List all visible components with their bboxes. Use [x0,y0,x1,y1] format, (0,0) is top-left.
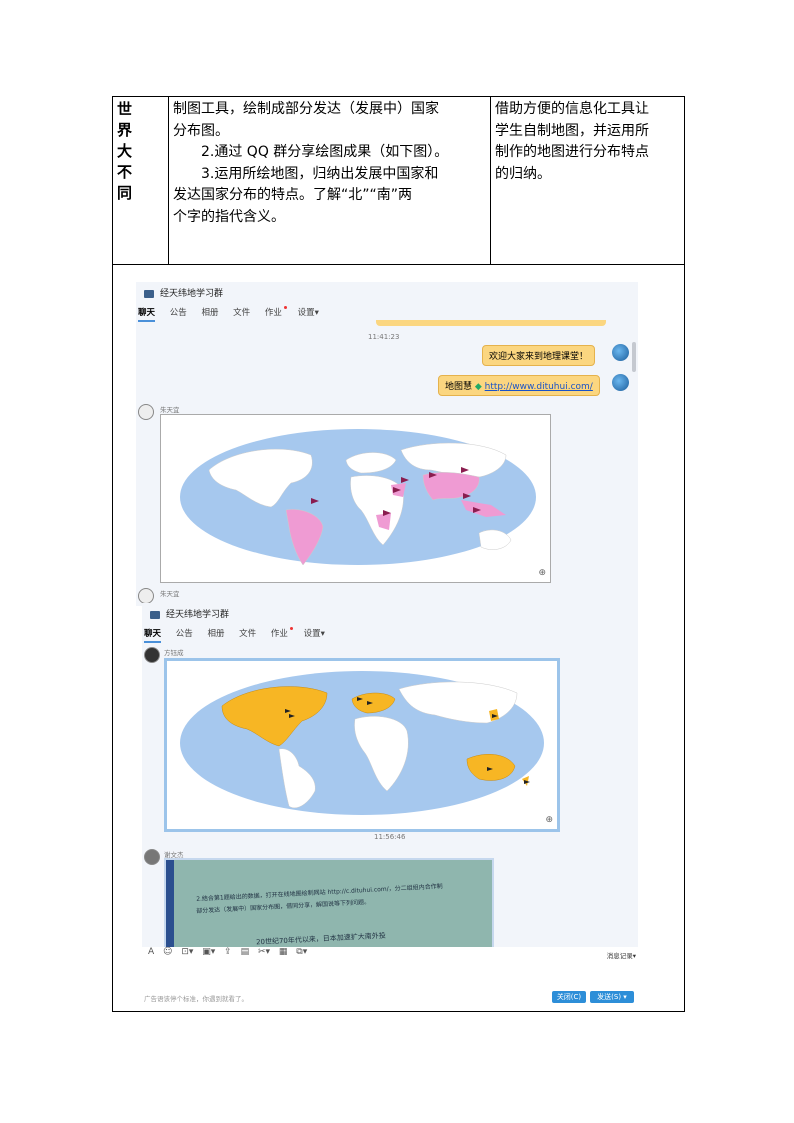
row-divider [113,264,684,265]
gift-icon[interactable]: ⊡▾ [181,947,193,957]
group-name: 经天纬地学习群 [166,610,230,620]
title-char: 界 [117,121,133,139]
input-hint: 广告语该停个标准，你遇到就看了。 [144,995,248,1003]
section-title: 世 界 大 不 同 [117,99,165,204]
text-line: 2.通过 QQ 群分享绘图成果（如下图）。 [201,144,449,160]
website-link[interactable]: http://www.dituhui.com/ [485,382,593,392]
qq-chat-screenshot-1: 经天纬地学习群 聊天 公告 相册 文件 作业 设置▾ 11:41:23 欢迎大家… [136,282,638,606]
shared-map-image[interactable]: ⊕ [164,658,560,832]
group-title: 经天纬地学习群 [150,607,229,620]
file-icon[interactable]: ▤ [241,947,250,957]
user-avatar[interactable] [612,374,629,391]
timestamp: 11:41:23 [368,333,400,341]
chat-tabs: 聊天 公告 相册 文件 作业 设置▾ [144,627,337,643]
title-char: 大 [117,142,133,160]
title-char: 世 [117,100,133,118]
tab-files[interactable]: 文件 [239,629,256,639]
previous-bubble [376,320,606,326]
shield-icon: ◆ [472,382,485,392]
photo-text: 20世纪70年代以来，日本加速扩大南外投 [255,931,386,947]
column-divider [490,97,491,264]
group-title: 经天纬地学习群 [144,286,223,299]
photo-edge [166,860,174,949]
text-line: 3.运用所绘地图，归纳出发展中国家和 [201,165,439,182]
text-line: 学生自制地图，并运用所 [495,122,649,139]
title-char: 同 [117,184,133,202]
close-button[interactable]: 关闭(C) [552,991,586,1003]
tab-notice[interactable]: 公告 [170,308,187,318]
tab-chat[interactable]: 聊天 [144,629,162,643]
upload-icon[interactable]: ⇪ [224,947,232,957]
sender-name: 朱天宜 [160,406,180,414]
tab-album[interactable]: 相册 [207,629,224,639]
group-name: 经天纬地学习群 [160,289,224,299]
message-history-button[interactable]: 消息记录▾ [607,950,636,960]
developed-countries-map [180,671,544,815]
tab-album[interactable]: 相册 [201,308,218,318]
chat-tabs: 聊天 公告 相册 文件 作业 设置▾ [138,306,331,322]
text-line: 个字的指代含义。 [173,208,285,225]
notification-dot [289,627,293,630]
sender-avatar[interactable] [138,588,154,604]
text-line: 制作的地图进行分布特点 [495,144,649,160]
emoji-icon[interactable]: ☺ [163,947,172,957]
tab-homework[interactable]: 作业 [265,308,282,318]
send-button[interactable]: 发送(S) ▾ [590,991,634,1003]
text-line: 发达国家分布的特点。了解“北”“南”两 [173,187,413,203]
group-icon [144,289,154,298]
link-bubble: 地图慧 ◆ http://www.dituhui.com/ [438,375,600,396]
image-icon[interactable]: ▣▾ [202,947,215,957]
user-avatar[interactable] [612,344,629,361]
text-line: 借助方便的信息化工具让 [495,101,649,117]
developing-countries-map [180,429,536,566]
tab-settings[interactable]: 设置▾ [304,629,325,639]
text-line: 分布图。 [173,122,229,139]
text-line: 制图工具，绘制成部分发达（发展中）国家 [173,101,439,117]
tab-settings[interactable]: 设置▾ [298,308,319,318]
zoom-icon[interactable]: ⊕ [545,815,553,825]
message-bubble: 欢迎大家来到地理课堂！ [482,345,596,366]
tab-homework[interactable]: 作业 [271,629,288,639]
activity-description: 制图工具，绘制成部分发达（发展中）国家 分布图。 2.通过 QQ 群分享绘图成果… [173,99,485,228]
link-label: 地图慧 [445,382,473,392]
worksheet-photo[interactable]: 2.结合第1题给出的数据，打开在线地图绘制网站 http://c.dituhui… [164,858,494,951]
timestamp: 11:56:46 [374,833,406,841]
tab-chat[interactable]: 聊天 [138,308,156,322]
sender-avatar[interactable] [138,404,154,420]
qq-chat-screenshot-2: 经天纬地学习群 聊天 公告 相册 文件 作业 设置▾ 方钰成 ⊕ 11:56:4… [142,603,638,1005]
sender-avatar[interactable] [144,849,160,865]
group-icon [150,610,160,619]
tab-files[interactable]: 文件 [233,308,250,318]
message-input[interactable]: 广告语该停个标准，你遇到就看了。 关闭(C) 发送(S) ▾ [142,963,638,1005]
input-toolbar: A ☺ ⊡▾ ▣▾ ⇪ ▤ ✂▾ ▦ ⧉▾ 消息记录▾ [142,947,638,963]
scissors-icon[interactable]: ✂▾ [258,947,270,957]
tab-notice[interactable]: 公告 [176,629,193,639]
font-icon[interactable]: A [148,947,154,957]
sender-avatar[interactable] [144,647,160,663]
zoom-icon[interactable]: ⊕ [538,568,546,578]
design-intent: 借助方便的信息化工具让 学生自制地图，并运用所 制作的地图进行分布特点 的归纳。 [495,99,681,185]
sender-name: 方钰成 [164,649,184,657]
shared-map-image[interactable]: ⊕ [160,414,551,583]
sender-name: 朱天宜 [160,590,180,598]
title-char: 不 [117,163,133,181]
scrollbar[interactable] [632,342,636,372]
screen-icon[interactable]: ⧉▾ [296,947,307,957]
column-divider [168,97,169,264]
send-label: 发送(S) [597,993,622,1001]
text-line: 的归纳。 [495,165,551,182]
trash-icon[interactable]: ▦ [279,947,288,957]
notification-dot [283,306,287,309]
